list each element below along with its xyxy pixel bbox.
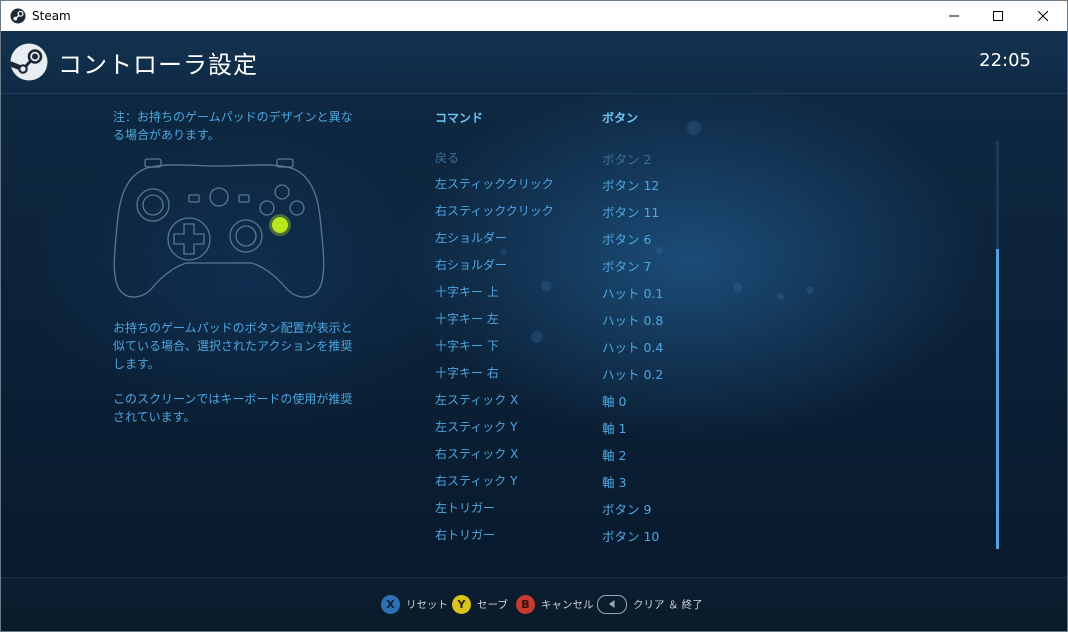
mapping-command: 右スティック Y bbox=[435, 474, 518, 488]
y-button-icon: Y bbox=[452, 594, 471, 614]
mapping-button: ボタン 11 bbox=[602, 205, 660, 220]
mapping-row[interactable]: 十字キー 左 ハット 0.8 bbox=[435, 310, 835, 337]
mapping-command: 右ショルダー bbox=[435, 258, 508, 272]
mapping-row[interactable]: 右ショルダー ボタン 7 bbox=[435, 256, 835, 283]
b-button-icon: B bbox=[516, 594, 535, 614]
title-bar: Steam bbox=[1, 1, 1067, 31]
page-header: コントローラ設定 22:05 bbox=[1, 31, 1067, 94]
clear-exit-label: クリア ＆ 終了 bbox=[633, 598, 703, 611]
mapping-button: 軸 0 bbox=[602, 394, 627, 409]
scrollbar-thumb[interactable] bbox=[996, 249, 999, 549]
mapping-command: 十字キー 下 bbox=[435, 339, 499, 353]
mapping-command: 左スティッククリック bbox=[435, 177, 554, 191]
mapping-row-back[interactable]: 戻る ボタン 2 bbox=[435, 149, 835, 176]
mapping-command: 右トリガー bbox=[435, 528, 496, 542]
mapping-command: 左スティック Y bbox=[435, 420, 518, 434]
save-hint-button[interactable]: Y セーブ bbox=[452, 594, 508, 614]
mapping-command: 十字キー 左 bbox=[435, 312, 499, 326]
mapping-button: ハット 0.4 bbox=[602, 340, 664, 355]
back-arrow-icon bbox=[597, 594, 627, 614]
mapping-row[interactable]: 左スティッククリック ボタン 12 bbox=[435, 175, 835, 202]
maximize-button[interactable] bbox=[975, 1, 1021, 31]
save-label: セーブ bbox=[477, 598, 508, 611]
mapping-button: ボタン 6 bbox=[602, 232, 652, 247]
mapping-button: 軸 2 bbox=[602, 448, 627, 463]
clear-exit-hint-button[interactable]: クリア ＆ 終了 bbox=[597, 594, 703, 614]
footer-hints-bar: X リセット Y セーブ B キャンセル クリア ＆ 終了 bbox=[1, 577, 1067, 631]
cancel-label: キャンセル bbox=[541, 598, 594, 611]
mapping-command: 右スティック X bbox=[435, 447, 519, 461]
mapping-row[interactable]: 右トリガー ボタン 10 bbox=[435, 526, 835, 553]
mapping-button: ボタン 7 bbox=[602, 259, 652, 274]
window-title: Steam bbox=[32, 9, 71, 23]
minimize-button[interactable] bbox=[931, 1, 977, 31]
minimize-icon bbox=[949, 15, 959, 17]
clock: 22:05 bbox=[979, 50, 1031, 71]
mapping-button: ボタン 10 bbox=[602, 529, 660, 544]
mapping-row[interactable]: 右スティッククリック ボタン 11 bbox=[435, 202, 835, 229]
mapping-button: ボタン 2 bbox=[602, 152, 652, 167]
column-header-button: ボタン bbox=[602, 111, 639, 125]
bokeh-dot bbox=[687, 121, 701, 135]
mapping-row[interactable]: 左スティック Y 軸 1 bbox=[435, 418, 835, 445]
mapping-button: 軸 1 bbox=[602, 421, 627, 436]
mapping-command: 十字キー 上 bbox=[435, 285, 499, 299]
x-button-icon: X bbox=[381, 594, 400, 614]
mapping-command: 左スティック X bbox=[435, 393, 519, 407]
mapping-row[interactable]: 右スティック Y 軸 3 bbox=[435, 472, 835, 499]
mapping-row[interactable]: 十字キー 右 ハット 0.2 bbox=[435, 364, 835, 391]
mapping-command: 戻る bbox=[435, 151, 460, 165]
mapping-command: 左ショルダー bbox=[435, 231, 508, 245]
mapping-row[interactable]: 左トリガー ボタン 9 bbox=[435, 499, 835, 526]
mapping-row[interactable]: 左スティック X 軸 0 bbox=[435, 391, 835, 418]
maximize-icon bbox=[993, 11, 1003, 21]
mapping-row[interactable]: 左ショルダー ボタン 6 bbox=[435, 229, 835, 256]
steam-app-icon bbox=[10, 8, 26, 24]
mapping-button: ハット 0.1 bbox=[602, 286, 664, 301]
gamepad-diagram bbox=[113, 158, 325, 298]
mapping-command: 十字キー 右 bbox=[435, 366, 499, 380]
reset-label: リセット bbox=[406, 598, 448, 611]
reset-hint-button[interactable]: X リセット bbox=[381, 594, 448, 614]
mapping-button: ボタン 12 bbox=[602, 178, 660, 193]
page-title: コントローラ設定 bbox=[58, 51, 258, 79]
mapping-button: ハット 0.2 bbox=[602, 367, 664, 382]
mapping-button: ハット 0.8 bbox=[602, 313, 664, 328]
cancel-hint-button[interactable]: B キャンセル bbox=[516, 594, 594, 614]
recommendation-text: お持ちのゲームパッドのボタン配置が表示と似ている場合、選択されたアクションを推奨… bbox=[113, 321, 353, 371]
close-icon bbox=[1038, 11, 1048, 21]
mapping-command: 左トリガー bbox=[435, 501, 496, 515]
mapping-button: 軸 3 bbox=[602, 475, 627, 490]
steam-logo-icon bbox=[10, 43, 48, 81]
keyboard-note: このスクリーンではキーボードの使用が推奨されています。 bbox=[113, 392, 353, 424]
mapping-button: ボタン 9 bbox=[602, 502, 652, 517]
close-button[interactable] bbox=[1020, 1, 1066, 31]
steam-window: Steam コントローラ設定 22:05 注：お持ちのゲームパッドのデザインと異… bbox=[0, 0, 1068, 632]
controller-settings-screen: コントローラ設定 22:05 注：お持ちのゲームパッドのデザインと異なる場合があ… bbox=[1, 31, 1067, 631]
mapping-row[interactable]: 十字キー 上 ハット 0.1 bbox=[435, 283, 835, 310]
layout-note: 注：お持ちのゲームパッドのデザインと異なる場合があります。 bbox=[113, 110, 353, 142]
column-header-command: コマンド bbox=[435, 111, 484, 125]
mapping-row[interactable]: 十字キー 下 ハット 0.4 bbox=[435, 337, 835, 364]
mapping-command: 右スティッククリック bbox=[435, 204, 554, 218]
mapping-row[interactable]: 右スティック X 軸 2 bbox=[435, 445, 835, 472]
